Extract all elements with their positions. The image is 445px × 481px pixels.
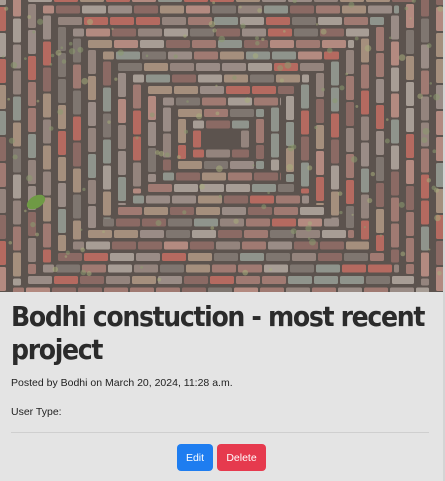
user-type-row: User Type: xyxy=(11,406,62,418)
post-card: Bodhi constuction - most recent project … xyxy=(0,0,445,481)
brick-pavement-image xyxy=(0,0,443,292)
user-type-label: User Type: xyxy=(11,406,62,418)
edit-button[interactable]: Edit xyxy=(177,444,213,471)
post-meta: Posted by Bodhi on March 20, 2024, 11:28… xyxy=(11,377,233,389)
post-actions: Edit Delete xyxy=(0,444,443,471)
post-image xyxy=(0,0,443,292)
delete-button[interactable]: Delete xyxy=(217,444,266,471)
post-title: Bodhi constuction - most recent project xyxy=(11,300,425,366)
divider xyxy=(11,432,429,433)
